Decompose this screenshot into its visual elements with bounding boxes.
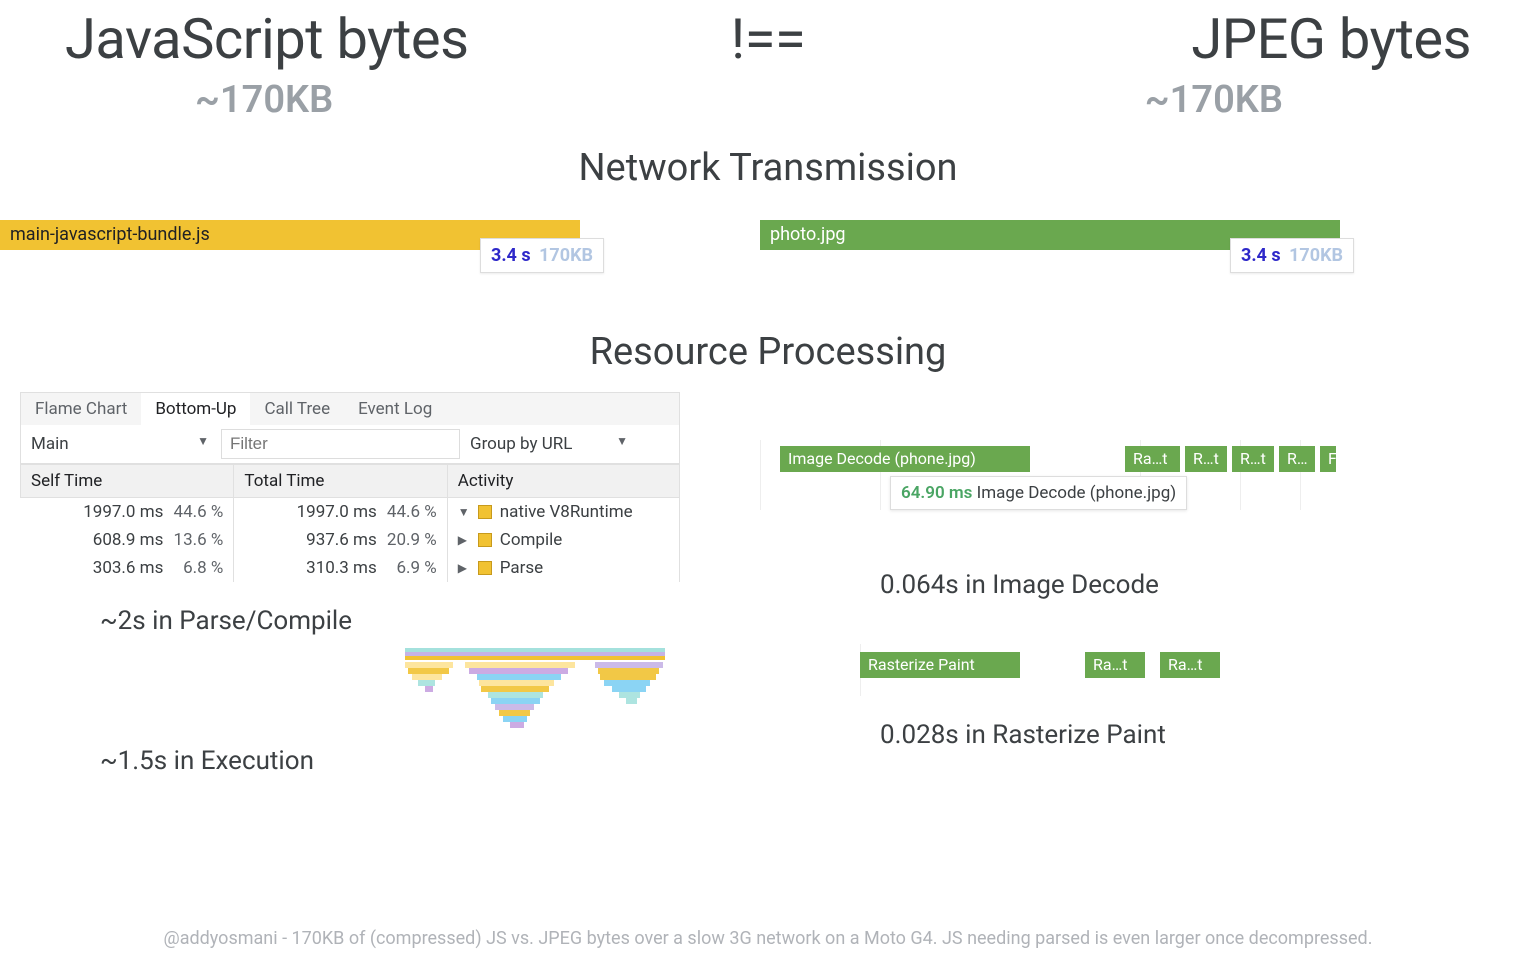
table-row[interactable]: 608.9 ms13.6 %937.6 ms20.9 %▶Compile xyxy=(21,526,680,554)
tab-event-log[interactable]: Event Log xyxy=(344,393,446,425)
th-self[interactable]: Self Time xyxy=(21,465,234,498)
badge-js-size: 170KB xyxy=(539,245,593,266)
ev-raster-1[interactable]: R…t xyxy=(1185,446,1227,472)
tab-call-tree[interactable]: Call Tree xyxy=(250,393,344,425)
badge-jpeg-time: 3.4 s xyxy=(1241,245,1281,266)
tab-bottom-up[interactable]: Bottom-Up xyxy=(141,393,250,425)
timeline-decode: Image Decode (phone.jpg) Ra…t R…t R…t R…… xyxy=(760,440,1516,510)
ev-raster-0[interactable]: Ra…t xyxy=(1125,446,1180,472)
tab-flame-chart[interactable]: Flame Chart xyxy=(21,393,141,425)
th-activity[interactable]: Activity xyxy=(447,465,679,498)
th-total[interactable]: Total Time xyxy=(234,465,447,498)
ev-paint-2[interactable]: Ra…t xyxy=(1160,652,1220,678)
size-js: ~170KB xyxy=(195,78,333,122)
table-row[interactable]: 303.6 ms6.8 %310.3 ms6.9 %▶Parse xyxy=(21,554,680,582)
size-jpeg: ~170KB xyxy=(1145,78,1283,122)
devtools-tabs: Flame Chart Bottom-Up Call Tree Event Lo… xyxy=(20,392,680,425)
tooltip-ms: 64.90 ms xyxy=(901,483,972,503)
ev-raster-2[interactable]: R…t xyxy=(1232,446,1274,472)
ev-paint-1[interactable]: Ra…t xyxy=(1085,652,1145,678)
summary-paint: 0.028s in Rasterize Paint xyxy=(880,720,1516,750)
badge-jpeg: 3.4 s 170KB xyxy=(1230,238,1354,273)
ev-paint-0[interactable]: Rasterize Paint xyxy=(860,652,1020,678)
group-select[interactable]: Group by URL xyxy=(460,428,640,460)
summary-decode: 0.064s in Image Decode xyxy=(880,570,1516,600)
title-jpeg: JPEG bytes xyxy=(1191,6,1471,72)
ev-image-decode[interactable]: Image Decode (phone.jpg) xyxy=(780,446,1030,472)
footer-credit: @addyosmani - 170KB of (compressed) JS v… xyxy=(0,928,1536,949)
title-js: JavaScript bytes xyxy=(65,6,469,72)
profile-table: Self Time Total Time Activity 1997.0 ms4… xyxy=(20,464,680,582)
timeline-paint: Rasterize Paint Ra…t Ra…t xyxy=(760,650,1516,690)
tooltip-decode: 64.90 ms Image Decode (phone.jpg) xyxy=(890,476,1187,510)
tooltip-label: Image Decode (phone.jpg) xyxy=(977,483,1177,503)
table-row[interactable]: 1997.0 ms44.6 %1997.0 ms44.6 %▼native V8… xyxy=(21,498,680,527)
badge-js: 3.4 s 170KB xyxy=(480,238,604,273)
section-network: Network Transmission xyxy=(0,146,1536,190)
section-processing: Resource Processing xyxy=(0,330,1536,374)
ev-raster-3[interactable]: R… xyxy=(1279,446,1315,472)
ev-raster-4[interactable]: F xyxy=(1320,446,1336,472)
badge-jpeg-size: 170KB xyxy=(1289,245,1343,266)
summary-parse: ~2s in Parse/Compile xyxy=(100,606,680,636)
title-op: !== xyxy=(731,6,805,72)
thread-select[interactable]: Main xyxy=(21,428,221,460)
flame-chart-icon xyxy=(405,648,665,818)
filter-input[interactable] xyxy=(221,429,460,459)
badge-js-time: 3.4 s xyxy=(491,245,531,266)
